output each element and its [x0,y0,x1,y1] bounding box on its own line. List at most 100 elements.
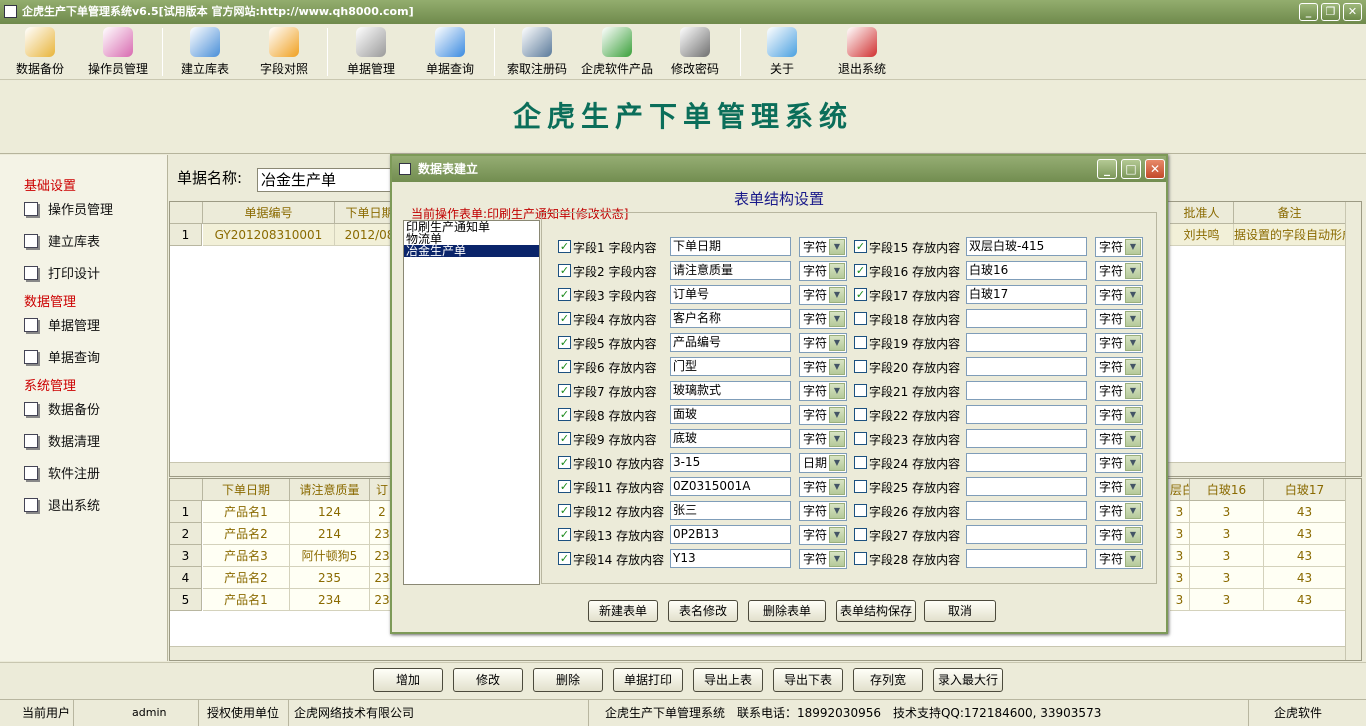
toolbar-button-4[interactable]: 字段对照 [254,27,314,79]
action-button-4[interactable]: 单据打印 [613,668,683,692]
field-checkbox[interactable]: ✓ [558,504,571,517]
grid-header[interactable]: 备注 [1234,202,1346,224]
field-value-input[interactable]: 门型 [670,357,791,376]
field-value-input[interactable]: Y13 [670,549,791,568]
field-checkbox[interactable]: ✓ [558,456,571,469]
dialog-titlebar[interactable]: 数据表建立 _ □ ✕ [392,156,1166,182]
field-type-select[interactable]: 字符 ▼ [799,357,847,377]
field-checkbox[interactable] [854,336,867,349]
field-value-input[interactable]: 双层白玻-415 [966,237,1087,256]
field-type-select[interactable]: 字符 ▼ [1095,237,1143,257]
grid-cell[interactable]: 3 [1170,523,1190,545]
field-checkbox[interactable]: ✓ [558,312,571,325]
grid-header[interactable]: 白玻17 [1264,479,1346,501]
toolbar-button-6[interactable]: 单据查询 [420,27,480,79]
field-type-select[interactable]: 字符 ▼ [799,405,847,425]
field-checkbox[interactable]: ✓ [558,288,571,301]
field-type-select[interactable]: 字符 ▼ [1095,333,1143,353]
grid-cell[interactable]: 3 [1170,589,1190,611]
field-type-select[interactable]: 字符 ▼ [799,237,847,257]
grid-header[interactable]: 白玻16 [1190,479,1264,501]
sidebar-item[interactable]: 数据清理 [24,431,100,450]
field-type-select[interactable]: 字符 ▼ [1095,429,1143,449]
field-checkbox[interactable]: ✓ [558,528,571,541]
action-button-3[interactable]: 删除 [533,668,603,692]
grid-cell[interactable]: 43 [1264,501,1346,523]
field-value-input[interactable] [966,501,1087,520]
grid-cell[interactable]: 214 [290,523,370,545]
field-value-input[interactable]: 白玻16 [966,261,1087,280]
field-checkbox[interactable] [854,480,867,493]
field-value-input[interactable]: 玻璃款式 [670,381,791,400]
action-button-6[interactable]: 导出下表 [773,668,843,692]
field-value-input[interactable] [966,453,1087,472]
field-checkbox[interactable] [854,552,867,565]
grid-cell[interactable]: 产品名2 [203,523,290,545]
vertical-scrollbar[interactable] [1345,202,1361,476]
field-value-input[interactable]: 请注意质量 [670,261,791,280]
grid-header[interactable]: 批准人 [1170,202,1234,224]
field-value-input[interactable]: 底玻 [670,429,791,448]
field-type-select[interactable]: 字符 ▼ [1095,309,1143,329]
grid-cell[interactable]: 124 [290,501,370,523]
field-type-select[interactable]: 字符 ▼ [799,477,847,497]
dialog-button-1[interactable]: 新建表单 [588,600,658,622]
field-value-input[interactable] [966,549,1087,568]
field-checkbox[interactable] [854,360,867,373]
toolbar-button-10[interactable]: 关于 [757,27,807,79]
grid-cell[interactable]: 3 [1170,545,1190,567]
grid-header[interactable]: 请注意质量 [290,479,370,501]
field-value-input[interactable]: 产品编号 [670,333,791,352]
dialog-button-3[interactable]: 删除表单 [748,600,826,622]
toolbar-button-1[interactable]: 数据备份 [10,27,70,79]
minimize-button[interactable]: _ [1299,3,1318,21]
field-type-select[interactable]: 字符 ▼ [1095,453,1143,473]
grid-cell[interactable]: 刘共鸣 [1170,224,1234,246]
grid-cell[interactable]: 3 [1190,501,1264,523]
dialog-minimize-button[interactable]: _ [1097,159,1117,179]
field-value-input[interactable]: 面玻 [670,405,791,424]
table-list-item[interactable]: 冶金生产单 [404,245,539,257]
toolbar-button-5[interactable]: 单据管理 [341,27,401,79]
grid-cell[interactable]: 产品名1 [203,589,290,611]
grid-cell[interactable]: 43 [1264,545,1346,567]
grid-cell[interactable]: 3 [1190,589,1264,611]
dialog-button-4[interactable]: 表单结构保存 [836,600,916,622]
toolbar-button-3[interactable]: 建立库表 [175,27,235,79]
field-value-input[interactable] [966,381,1087,400]
field-type-select[interactable]: 字符 ▼ [799,525,847,545]
grid-cell[interactable]: 3 [1190,567,1264,589]
field-checkbox[interactable] [854,456,867,469]
grid-cell[interactable]: 产品名3 [203,545,290,567]
field-checkbox[interactable]: ✓ [558,336,571,349]
sidebar-item[interactable]: 退出系统 [24,495,100,514]
toolbar-button-7[interactable]: 索取注册码 [502,27,572,79]
field-type-select[interactable]: 字符 ▼ [1095,405,1143,425]
grid-cell[interactable]: 据设置的字段自动形成 [1234,224,1346,246]
grid-header[interactable]: 单据编号 [203,202,335,224]
grid-cell[interactable]: 43 [1264,523,1346,545]
dialog-button-5[interactable]: 取消 [924,600,996,622]
field-checkbox[interactable]: ✓ [854,240,867,253]
field-checkbox[interactable] [854,408,867,421]
field-type-select[interactable]: 字符 ▼ [1095,261,1143,281]
field-checkbox[interactable]: ✓ [558,240,571,253]
field-type-select[interactable]: 字符 ▼ [1095,381,1143,401]
field-checkbox[interactable] [854,384,867,397]
toolbar-button-8[interactable]: 企虎软件产品 [576,27,658,79]
field-value-input[interactable]: 3-15 [670,453,791,472]
field-value-input[interactable]: 0Z0315001A [670,477,791,496]
field-value-input[interactable] [966,477,1087,496]
grid-cell[interactable]: GY201208310001 [203,224,335,246]
field-checkbox[interactable]: ✓ [558,408,571,421]
field-type-select[interactable]: 字符 ▼ [1095,549,1143,569]
grid-cell[interactable]: 43 [1264,589,1346,611]
grid-cell[interactable]: 阿什顿狗5 [290,545,370,567]
field-checkbox[interactable]: ✓ [558,264,571,277]
grid-cell[interactable]: 234 [290,589,370,611]
vertical-scrollbar[interactable] [1345,479,1361,660]
field-checkbox[interactable]: ✓ [558,432,571,445]
field-checkbox[interactable]: ✓ [558,360,571,373]
field-value-input[interactable] [966,333,1087,352]
action-button-7[interactable]: 存列宽 [853,668,923,692]
